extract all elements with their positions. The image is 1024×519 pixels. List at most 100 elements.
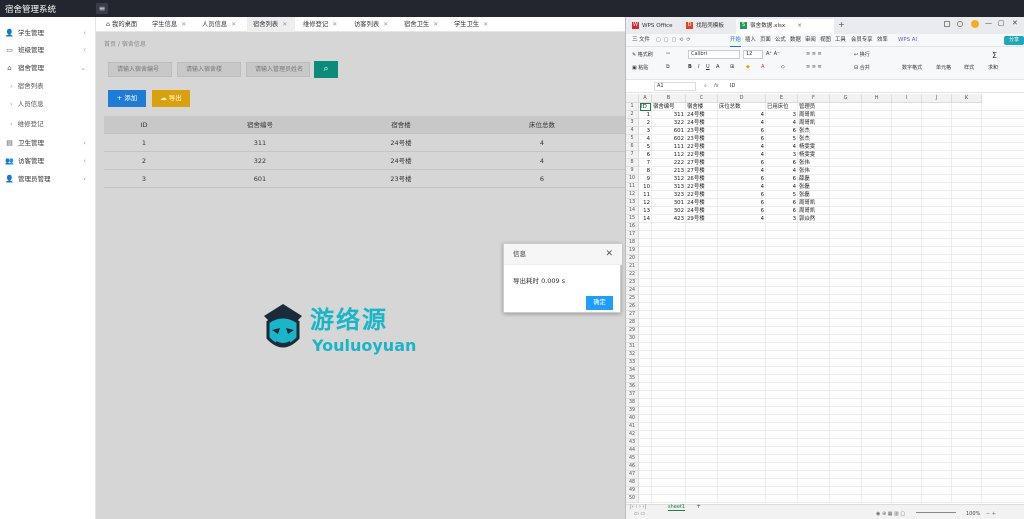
tab-student-info[interactable]: 学生信息 ✕ (146, 17, 186, 32)
menu-file[interactable]: 三 文件 (632, 34, 650, 47)
menu-insert[interactable]: 插入 (745, 34, 756, 47)
cell[interactable]: 3 (767, 111, 796, 119)
zoom-buttons[interactable]: − + (986, 511, 996, 517)
column-header[interactable]: C (686, 94, 718, 103)
cell[interactable]: 张杰 (799, 127, 828, 135)
cell[interactable]: 4 (719, 215, 764, 223)
row-header[interactable]: 25 (626, 295, 639, 303)
cell[interactable]: 6 (719, 207, 764, 215)
bold-icon[interactable]: B (688, 64, 692, 70)
cell[interactable]: 4 (719, 111, 764, 119)
row-header[interactable]: 16 (626, 223, 639, 231)
row-header[interactable]: 28 (626, 319, 639, 327)
column-header[interactable]: F (798, 94, 830, 103)
row-header[interactable]: 20 (626, 255, 639, 263)
add-sheet-icon[interactable]: + (696, 503, 701, 510)
menu-page[interactable]: 页面 (760, 34, 771, 47)
table-row[interactable]: 2 322 24号楼 4 (104, 152, 626, 170)
tab-dorm-hygiene[interactable]: 宿舍卫生 ✕ (398, 17, 438, 32)
cell[interactable]: 24号楼 (687, 199, 716, 207)
row-header[interactable]: 1 (626, 103, 639, 111)
row-header[interactable]: 21 (626, 263, 639, 271)
cell[interactable]: 24号楼 (687, 111, 716, 119)
sheet-tab[interactable]: sheet1 (668, 504, 686, 511)
row-header[interactable]: 46 (626, 463, 639, 471)
row-header[interactable]: 26 (626, 303, 639, 311)
column-header[interactable]: G (830, 94, 862, 103)
cell[interactable]: 4 (719, 143, 764, 151)
cell[interactable]: 26号楼 (687, 175, 716, 183)
font-grow-icon[interactable]: A⁺ A⁻ (766, 51, 780, 57)
cell[interactable]: 323 (653, 191, 684, 199)
column-header[interactable]: H (862, 94, 892, 103)
sidebar-subitem-dorm-list[interactable]: › 宿舍列表 (0, 77, 96, 95)
row-header[interactable]: 48 (626, 479, 639, 487)
sidebar-item-student[interactable]: 👤 学生管理 ‹ (0, 24, 96, 42)
cut-icon[interactable]: ✂ (666, 51, 670, 57)
row-header[interactable]: 5 (626, 135, 639, 143)
cell[interactable]: 周哥凯 (799, 207, 828, 215)
row-header[interactable]: 50 (626, 495, 639, 503)
row-header[interactable]: 8 (626, 159, 639, 167)
export-button[interactable]: ☁ 导出 (152, 90, 190, 107)
cell[interactable]: 23号楼 (687, 135, 716, 143)
cell[interactable]: 7 (640, 159, 650, 167)
menu-wps-ai[interactable]: WPS AI (898, 34, 917, 47)
cell[interactable]: 24号楼 (687, 207, 716, 215)
avatar[interactable] (971, 20, 979, 28)
admin-name-input[interactable]: 请输入管理员姓名 (246, 62, 310, 77)
close-icon[interactable]: ✕ (282, 21, 287, 28)
menu-toggle-icon[interactable]: ≡ (96, 3, 108, 14)
cell[interactable]: 14 (640, 215, 650, 223)
row-header[interactable]: 19 (626, 247, 639, 255)
row-header[interactable]: 37 (626, 391, 639, 399)
cell[interactable]: 郭焱然 (799, 215, 828, 223)
cell[interactable]: 22号楼 (687, 143, 716, 151)
row-header[interactable]: 4 (626, 127, 639, 135)
share-button[interactable]: 分享 (1004, 36, 1024, 45)
cell[interactable]: 5 (767, 135, 796, 143)
tab-dorm-list[interactable]: 宿舍列表 ✕ (247, 17, 295, 32)
cell[interactable]: 111 (653, 143, 684, 151)
cell[interactable]: 313 (653, 183, 684, 191)
row-header[interactable]: 7 (626, 151, 639, 159)
merge-button[interactable]: ⊟ 合并 (854, 64, 870, 71)
cell[interactable]: 29号楼 (687, 215, 716, 223)
column-header[interactable]: D (718, 94, 766, 103)
cell[interactable]: 9 (640, 175, 650, 183)
underline-icon[interactable]: U (706, 64, 710, 70)
cell[interactable]: 601 (653, 127, 684, 135)
copy-icon[interactable]: ⧉ (666, 64, 670, 70)
row-header[interactable]: 32 (626, 351, 639, 359)
cell-header[interactable]: 已用床位 (767, 103, 797, 111)
row-header[interactable]: 14 (626, 207, 639, 215)
cell-header[interactable]: 管理员 (799, 103, 829, 111)
cell-header[interactable]: 宿舍楼 (687, 103, 717, 111)
tab-dorm-xlsx[interactable]: S 宿舍数据.xlsx ✕ (736, 19, 834, 34)
menu-data[interactable]: 数据 (790, 34, 801, 47)
close-icon[interactable]: ✕ (605, 249, 613, 259)
row-header[interactable]: 38 (626, 399, 639, 407)
sidebar-item-admin[interactable]: 👤 管理员管理 ‹ (0, 170, 96, 188)
minimize-icon[interactable]: — (985, 19, 992, 27)
clear-icon[interactable]: ◇ (781, 64, 785, 70)
cell-header[interactable]: 宿舍编号 (653, 103, 685, 111)
cell[interactable]: 6 (767, 159, 796, 167)
cell[interactable]: 3 (640, 127, 650, 135)
cell[interactable]: 12 (640, 199, 650, 207)
cell[interactable]: 张伟 (799, 159, 828, 167)
column-header[interactable]: A (639, 94, 652, 103)
tab-repair[interactable]: 维修登记 ✕ (297, 17, 337, 32)
cell[interactable]: 6 (719, 159, 764, 167)
cell-header[interactable]: 床位总数 (719, 103, 765, 111)
sidebar-item-class[interactable]: ▭ 班级管理 ‹ (0, 41, 96, 59)
menu-home[interactable]: 开始 (730, 34, 741, 47)
cell[interactable]: 张伟 (799, 167, 828, 175)
cell[interactable]: 周哥凯 (799, 119, 828, 127)
view-mode-icons[interactable]: ◉ ⊕ ▦ ▥ ▢ (876, 511, 905, 517)
tab-people-info[interactable]: 人员信息 ✕ (196, 17, 236, 32)
row-header[interactable]: 3 (626, 119, 639, 127)
close-icon[interactable]: ✕ (332, 21, 337, 28)
function-icon[interactable]: fx (714, 83, 719, 89)
row-header[interactable]: 15 (626, 215, 639, 223)
